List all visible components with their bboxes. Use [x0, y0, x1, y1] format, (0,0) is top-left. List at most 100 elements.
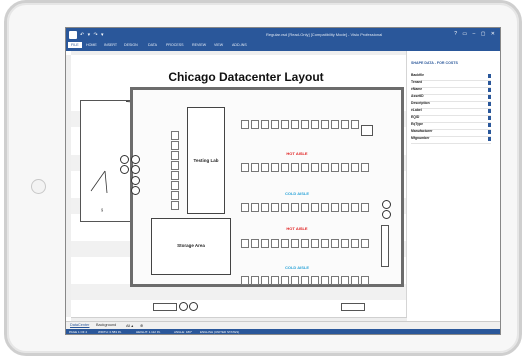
server-rack[interactable]: [301, 203, 309, 212]
server-rack[interactable]: [251, 203, 259, 212]
server-rack[interactable]: [301, 163, 309, 172]
server-rack[interactable]: [281, 163, 289, 172]
server-rack[interactable]: [311, 276, 319, 285]
tab-view[interactable]: VIEW: [214, 43, 223, 47]
server-rack[interactable]: [291, 120, 299, 129]
column-marker[interactable]: [189, 302, 198, 311]
page-tab-all[interactable]: All ▴: [126, 323, 133, 328]
server-rack[interactable]: [251, 276, 259, 285]
server-rack[interactable]: [281, 120, 289, 129]
tab-insert[interactable]: INSERT: [104, 43, 117, 47]
server-rack[interactable]: [271, 239, 279, 248]
server-rack[interactable]: [341, 163, 349, 172]
server-rack[interactable]: [271, 276, 279, 285]
server-rack[interactable]: [291, 163, 299, 172]
server-rack[interactable]: [171, 141, 179, 150]
server-rack[interactable]: [361, 203, 369, 212]
server-rack[interactable]: [361, 239, 369, 248]
server-rack[interactable]: [361, 276, 369, 285]
server-rack[interactable]: [171, 201, 179, 210]
equipment-tag[interactable]: [153, 303, 177, 311]
home-button[interactable]: [31, 179, 46, 194]
server-rack[interactable]: [301, 276, 309, 285]
server-rack[interactable]: [241, 163, 249, 172]
column-marker[interactable]: [131, 155, 140, 164]
server-rack[interactable]: [331, 120, 339, 129]
server-rack[interactable]: [291, 203, 299, 212]
tab-design[interactable]: DESIGN: [124, 43, 138, 47]
server-rack[interactable]: [351, 163, 359, 172]
tab-file[interactable]: FILE: [68, 42, 82, 48]
server-rack[interactable]: [301, 120, 309, 129]
server-rack[interactable]: [251, 163, 259, 172]
server-rack[interactable]: [281, 203, 289, 212]
status-language[interactable]: ENGLISH (UNITED STATES): [200, 330, 239, 334]
server-rack[interactable]: [341, 203, 349, 212]
server-rack[interactable]: [261, 239, 269, 248]
server-rack[interactable]: [321, 239, 329, 248]
server-rack[interactable]: [261, 276, 269, 285]
page-tab-background[interactable]: Background: [96, 323, 116, 327]
server-rack[interactable]: [171, 161, 179, 170]
server-rack[interactable]: [251, 120, 259, 129]
column-marker[interactable]: [120, 165, 129, 174]
server-rack[interactable]: [351, 120, 359, 129]
server-rack[interactable]: [261, 120, 269, 129]
column-marker[interactable]: [131, 165, 140, 174]
tab-data[interactable]: DATA: [148, 43, 157, 47]
side-panel-shape[interactable]: [381, 225, 389, 267]
server-rack[interactable]: [301, 239, 309, 248]
server-rack[interactable]: [271, 203, 279, 212]
quick-access-toolbar[interactable]: ↶ ▾ ↷ ▾: [80, 32, 105, 38]
column-marker[interactable]: [131, 176, 140, 185]
server-rack[interactable]: [331, 203, 339, 212]
server-rack[interactable]: [261, 203, 269, 212]
server-rack[interactable]: [271, 163, 279, 172]
column-marker[interactable]: [382, 200, 391, 209]
column-marker[interactable]: [120, 155, 129, 164]
server-rack[interactable]: [261, 163, 269, 172]
column-marker[interactable]: [131, 186, 140, 195]
server-rack[interactable]: [311, 203, 319, 212]
server-rack[interactable]: [241, 120, 249, 129]
add-page-icon[interactable]: ⊕: [140, 323, 143, 328]
equipment-tag[interactable]: [341, 303, 365, 311]
server-rack[interactable]: [311, 239, 319, 248]
tab-add-ins[interactable]: ADD-INS: [232, 43, 247, 47]
server-rack[interactable]: [281, 239, 289, 248]
server-rack[interactable]: [351, 203, 359, 212]
server-rack[interactable]: [171, 191, 179, 200]
column-marker[interactable]: [382, 210, 391, 219]
server-rack[interactable]: [171, 181, 179, 190]
server-rack[interactable]: [321, 276, 329, 285]
shape-data-field[interactable]: Mfgnumber: [411, 136, 491, 144]
server-rack[interactable]: [171, 171, 179, 180]
server-rack[interactable]: [341, 276, 349, 285]
column-marker[interactable]: [179, 302, 188, 311]
tab-review[interactable]: REVIEW: [192, 43, 206, 47]
server-rack[interactable]: [241, 239, 249, 248]
server-rack[interactable]: [331, 239, 339, 248]
server-rack[interactable]: [341, 239, 349, 248]
server-rack[interactable]: [351, 276, 359, 285]
server-rack[interactable]: [361, 163, 369, 172]
equipment-tag[interactable]: [361, 125, 373, 136]
status-page[interactable]: PAGE 1 OF 2: [69, 330, 87, 334]
server-rack[interactable]: [341, 120, 349, 129]
server-rack[interactable]: [291, 239, 299, 248]
server-rack[interactable]: [311, 120, 319, 129]
server-rack[interactable]: [241, 276, 249, 285]
server-rack[interactable]: [321, 163, 329, 172]
server-rack[interactable]: [251, 239, 259, 248]
server-rack[interactable]: [331, 163, 339, 172]
server-rack[interactable]: [321, 120, 329, 129]
server-rack[interactable]: [271, 120, 279, 129]
server-rack[interactable]: [321, 203, 329, 212]
drawing-canvas[interactable]: Chicago Datacenter Layout § Testing Lab …: [71, 55, 407, 317]
page-tab-datacenter[interactable]: DataCenter: [70, 323, 89, 327]
storage-area[interactable]: Storage Area: [151, 218, 231, 275]
tab-process[interactable]: PROCESS: [166, 43, 184, 47]
server-rack[interactable]: [351, 239, 359, 248]
server-rack[interactable]: [241, 203, 249, 212]
window-controls[interactable]: ? ▭ – ▢ ✕: [454, 31, 497, 37]
